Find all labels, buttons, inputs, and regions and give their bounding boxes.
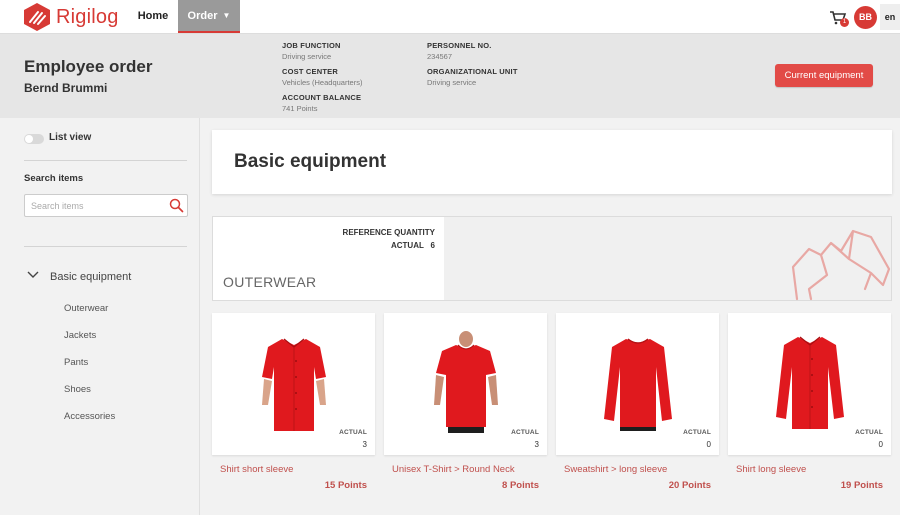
sweatshirt-icon — [604, 338, 672, 431]
avatar[interactable]: BB — [854, 6, 877, 29]
product-name[interactable]: Shirt long sleeve — [736, 464, 806, 475]
tree-root-basic-equipment[interactable]: Basic equipment — [50, 271, 131, 283]
product-card-sweatshirt[interactable]: ACTUAL 0 — [556, 313, 719, 455]
nav-home[interactable]: Home — [129, 0, 177, 33]
product-name[interactable]: Shirt short sleeve — [220, 464, 293, 475]
nav-order-label: Order — [187, 9, 218, 22]
product-points: 20 Points — [668, 480, 711, 491]
cart-count-badge: 1 — [840, 18, 849, 27]
page-title: Employee order — [24, 57, 153, 76]
actual-label: ACTUAL — [390, 241, 424, 250]
product-points: 8 Points — [502, 480, 539, 491]
product-points: 19 Points — [840, 480, 883, 491]
actual-label: ACTUAL — [339, 429, 367, 436]
product-name[interactable]: Unisex T-Shirt > Round Neck — [392, 464, 515, 475]
sidebar: List view Search items Basic equipment O… — [0, 118, 200, 515]
category-info: REFERENCE QUANTITY ACTUAL 6 OUTERWEAR — [213, 217, 444, 300]
top-bar: Rigilog Home Order ▼ 1 BB en — [0, 0, 900, 34]
reference-actual: ACTUAL 6 — [391, 241, 435, 250]
brand-logo[interactable]: Rigilog — [22, 2, 119, 32]
long-sleeve-shirt-icon — [776, 336, 844, 429]
chevron-down-icon: ▼ — [222, 11, 231, 20]
search-box — [24, 194, 188, 217]
category-card: REFERENCE QUANTITY ACTUAL 6 OUTERWEAR — [212, 216, 892, 301]
divider — [24, 246, 187, 247]
actual-value: 0 — [878, 440, 883, 449]
info-value: Vehicles (Headquarters) — [282, 78, 363, 87]
search-input[interactable] — [25, 195, 165, 216]
info-account-balance: ACCOUNT BALANCE 741 Points — [282, 93, 361, 113]
t-shirt-icon — [434, 331, 498, 433]
info-label: ACCOUNT BALANCE — [282, 93, 362, 102]
employee-name: Bernd Brummi — [24, 81, 108, 95]
info-personnel-no: PERSONNEL NO. 234567 — [427, 41, 492, 61]
info-label: PERSONNEL NO. — [427, 41, 492, 50]
short-sleeve-shirt-icon — [262, 338, 326, 431]
product-name[interactable]: Sweatshirt > long sleeve — [564, 464, 667, 475]
section-title-card: Basic equipment — [212, 130, 892, 194]
outerwear-watermark-icon — [791, 229, 891, 301]
reference-quantity-label: REFERENCE QUANTITY — [342, 228, 435, 237]
actual-value: 3 — [534, 440, 539, 449]
product-card-unisex-t-shirt[interactable]: ACTUAL 3 — [384, 313, 547, 455]
chevron-down-icon[interactable] — [27, 270, 39, 280]
toggle-knob — [25, 135, 33, 143]
info-label: COST CENTER — [282, 67, 338, 76]
info-value: Driving service — [427, 78, 477, 87]
tree-item-outerwear[interactable]: Outerwear — [64, 303, 108, 314]
info-value: 234567 — [427, 52, 453, 61]
nav-order[interactable]: Order ▼ — [178, 0, 240, 33]
list-view-label: List view — [49, 132, 92, 143]
actual-label: ACTUAL — [855, 429, 883, 436]
actual-label: ACTUAL — [511, 429, 539, 436]
brand-name: Rigilog — [56, 5, 119, 28]
product-card-shirt-short-sleeve[interactable]: ACTUAL 3 — [212, 313, 375, 455]
rigilog-logo-icon — [24, 3, 50, 31]
info-label: ORGANIZATIONAL UNIT — [427, 67, 518, 76]
product-points: 15 Points — [324, 480, 367, 491]
info-cost-center: COST CENTER Vehicles (Headquarters) — [282, 67, 362, 87]
info-label: JOB FUNCTION — [282, 41, 341, 50]
search-label: Search items — [24, 173, 84, 184]
language-selector[interactable]: en — [880, 4, 900, 30]
divider — [24, 160, 187, 161]
actual-value: 6 — [430, 241, 435, 250]
section-title: Basic equipment — [234, 151, 387, 172]
list-view-toggle[interactable] — [24, 134, 44, 144]
tree-item-accessories[interactable]: Accessories — [64, 411, 115, 422]
search-icon[interactable] — [169, 198, 184, 213]
product-card-shirt-long-sleeve[interactable]: ACTUAL 0 — [728, 313, 891, 455]
info-job-function: JOB FUNCTION Driving service — [282, 41, 341, 61]
info-organizational-unit: ORGANIZATIONAL UNIT Driving service — [427, 67, 518, 87]
actual-value: 3 — [362, 440, 367, 449]
actual-label: ACTUAL — [683, 429, 711, 436]
info-value: Driving service — [282, 52, 332, 61]
tree-item-jackets[interactable]: Jackets — [64, 330, 96, 341]
tree-item-shoes[interactable]: Shoes — [64, 384, 91, 395]
category-name: OUTERWEAR — [223, 274, 317, 290]
tree-item-pants[interactable]: Pants — [64, 357, 88, 368]
info-value: 741 Points — [282, 104, 318, 113]
page-header: Employee order Bernd Brummi JOB FUNCTION… — [0, 34, 900, 118]
cart-button[interactable]: 1 — [829, 10, 849, 27]
actual-value: 0 — [706, 440, 711, 449]
current-equipment-button[interactable]: Current equipment — [775, 64, 873, 87]
